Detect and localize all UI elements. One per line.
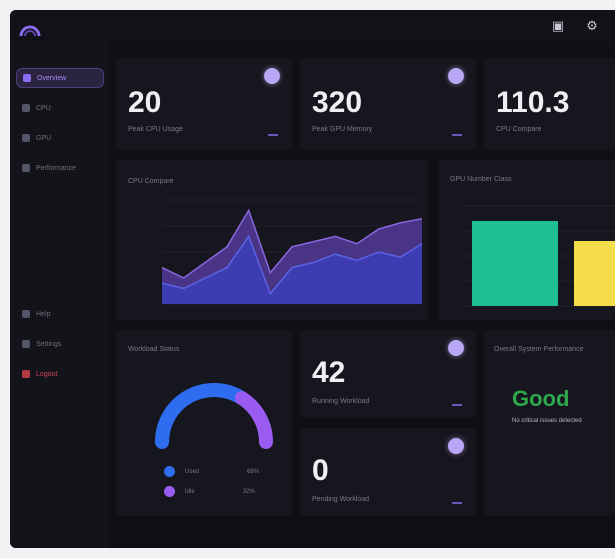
gpu-icon bbox=[22, 134, 30, 142]
used-dot-icon bbox=[164, 466, 175, 477]
card-title: Workload Status bbox=[128, 346, 180, 353]
pending-badge-icon bbox=[448, 438, 464, 454]
kpi-value: 42 bbox=[312, 356, 346, 389]
trend-icon bbox=[452, 498, 462, 504]
cpu-area-chart bbox=[161, 199, 423, 305]
sidebar-item-overview[interactable]: Overview bbox=[16, 68, 104, 88]
sidebar-item-help[interactable]: Help bbox=[16, 304, 104, 324]
grid-icon bbox=[23, 74, 31, 82]
pending-workload-card: 0 Pending Workload bbox=[300, 428, 476, 516]
kpi-label: Peak CPU Usage bbox=[128, 126, 183, 133]
gpu-bar-chart bbox=[462, 205, 615, 307]
monitor-icon[interactable]: ▣ bbox=[550, 18, 566, 34]
sidebar-item-label: Overview bbox=[37, 74, 67, 82]
app-window: ▣ ⚙ Overview CPU GPU Performance Help Se… bbox=[10, 10, 615, 548]
kpi-label: CPU Compare bbox=[496, 126, 542, 133]
sidebar-item-label: Logout bbox=[36, 370, 58, 378]
sidebar-item-logout[interactable]: Logout bbox=[16, 364, 104, 384]
kpi-card-peak-gpu-memory: 320 Peak GPU Memory bbox=[300, 58, 476, 150]
sidebar-item-label: CPU bbox=[36, 104, 51, 112]
sidebar: Overview CPU GPU Performance Help Settin… bbox=[10, 42, 108, 548]
cpu-compare-card: CPU Compare bbox=[116, 160, 428, 320]
kpi-value: 20 bbox=[128, 86, 162, 119]
kpi-label: Pending Workload bbox=[312, 496, 370, 503]
trend-icon bbox=[452, 130, 462, 136]
logout-icon bbox=[22, 370, 30, 378]
sidebar-item-label: Performance bbox=[36, 164, 77, 172]
bar-0[interactable] bbox=[472, 221, 558, 306]
gauge-segment-idle bbox=[234, 391, 273, 449]
top-bar: ▣ ⚙ bbox=[10, 10, 615, 42]
cpu-badge-icon bbox=[264, 68, 280, 84]
trend-icon bbox=[452, 400, 462, 406]
kpi-label: Peak GPU Memory bbox=[312, 126, 373, 133]
sidebar-item-gpu[interactable]: GPU bbox=[16, 128, 104, 148]
running-badge-icon bbox=[448, 340, 464, 356]
sidebar-item-cpu[interactable]: CPU bbox=[16, 98, 104, 118]
card-title: Overall System Performance bbox=[494, 346, 584, 353]
sidebar-item-label: Settings bbox=[36, 340, 62, 348]
dashboard-logo-icon[interactable] bbox=[18, 16, 42, 38]
gauge-segment-used bbox=[155, 382, 249, 449]
gpu-class-card: GPU Number Class bbox=[438, 160, 615, 320]
gpu-badge-icon bbox=[448, 68, 464, 84]
legend-label: Used bbox=[185, 468, 200, 475]
kpi-value: 0 bbox=[312, 454, 329, 487]
kpi-value: 320 bbox=[312, 86, 363, 119]
trend-icon bbox=[268, 130, 278, 136]
help-icon bbox=[22, 310, 30, 318]
sidebar-item-performance[interactable]: Performance bbox=[16, 158, 104, 178]
cpu-icon bbox=[22, 104, 30, 112]
status-text: Good bbox=[512, 386, 570, 411]
legend-value: 32% bbox=[242, 488, 255, 495]
kpi-value: 110.3 bbox=[496, 86, 570, 119]
chart-icon bbox=[22, 164, 30, 172]
kpi-card-peak-cpu: 20 Peak CPU Usage bbox=[116, 58, 292, 150]
kpi-label: Running Workload bbox=[312, 398, 370, 405]
sidebar-item-label: GPU bbox=[36, 134, 52, 142]
workload-status-card: Workload Status Used 68% Idle 32% bbox=[116, 330, 292, 516]
idle-dot-icon bbox=[164, 486, 175, 497]
legend-row-used: Used 68% bbox=[164, 466, 259, 477]
legend-row-idle: Idle 32% bbox=[164, 486, 255, 497]
running-workload-card: 42 Running Workload bbox=[300, 330, 476, 418]
settings-icon bbox=[22, 340, 30, 348]
settings-icon[interactable]: ⚙ bbox=[584, 18, 600, 34]
bar-1[interactable] bbox=[574, 241, 615, 306]
sidebar-item-label: Help bbox=[36, 310, 51, 318]
status-note: No critical issues detected bbox=[512, 418, 582, 424]
legend-label: Idle bbox=[185, 488, 195, 495]
kpi-card-cpu-compare: 110.3 CPU Compare bbox=[484, 58, 615, 150]
sidebar-item-settings[interactable]: Settings bbox=[16, 334, 104, 354]
system-performance-card: Overall System Performance Good No criti… bbox=[484, 330, 615, 516]
legend-value: 68% bbox=[247, 468, 260, 475]
workload-gauge bbox=[155, 382, 273, 449]
